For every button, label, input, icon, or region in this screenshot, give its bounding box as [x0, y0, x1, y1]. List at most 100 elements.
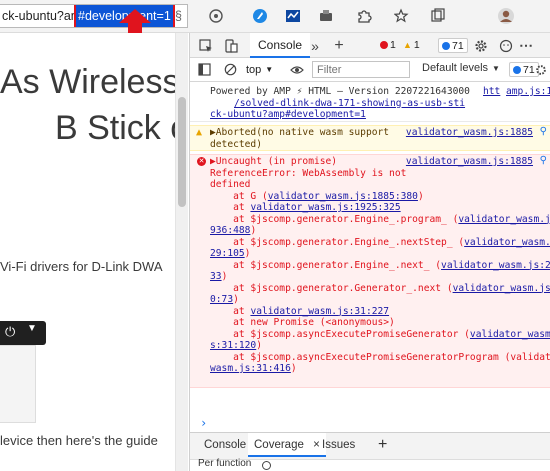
power-icon: ⏻: [5, 324, 16, 339]
stack-trace-line: at new Promise (<anonymous>): [210, 317, 395, 328]
source-link[interactable]: amp.js:147: [506, 86, 550, 98]
source-link[interactable]: wasm.js:31:416: [210, 363, 291, 374]
drawer-tab-issues[interactable]: Issues: [316, 433, 361, 457]
puzzle-icon[interactable]: [354, 6, 374, 26]
favorites-star-icon[interactable]: [392, 6, 412, 26]
profile-avatar[interactable]: [496, 6, 516, 26]
page-url-link[interactable]: /solved-dlink-dwa-171-showing-as-usb-sti: [234, 98, 465, 110]
message-icon: [442, 42, 450, 50]
stack-trace-line: at $jscomp.generator.Engine_.nextStep_ (…: [210, 237, 550, 249]
stack-trace-line: at $jscomp.asyncExecutePromiseGenerator …: [210, 329, 550, 341]
page-scrollbar[interactable]: [175, 33, 188, 471]
drawer-tab-coverage[interactable]: Coverage ×: [248, 433, 326, 457]
record-icon[interactable]: [262, 461, 271, 470]
stack-trace-line: at G (validator_wasm.js:1885:380): [210, 190, 424, 202]
error-icon: [380, 41, 388, 49]
warning-icon: ▲: [403, 40, 412, 50]
messages-count-badge[interactable]: 71: [438, 38, 468, 53]
source-link[interactable]: 33: [210, 271, 222, 282]
drawer-tab-console[interactable]: Console: [198, 433, 252, 457]
console-output[interactable]: Powered by AMP ⚡ HTML – Version 22072216…: [190, 83, 550, 430]
console-error-message: ✕ ▶Uncaught (in promise) validator_wasm.…: [190, 154, 550, 388]
source-link[interactable]: validator_wasm.js:1885: [406, 156, 533, 168]
source-link[interactable]: htt: [483, 86, 500, 98]
stack-trace-line: at $jscomp.generator.Engine_.next_ (vali…: [210, 260, 550, 272]
web-page: As Wireless B Stick on Vi-Fi drivers for…: [0, 33, 188, 471]
add-tab-button[interactable]: +: [332, 36, 346, 55]
article-title-line: B Stick on: [55, 109, 188, 147]
source-link[interactable]: validator_wasm.js:25:3: [441, 260, 550, 271]
source-link[interactable]: 936:488: [210, 225, 250, 236]
source-link[interactable]: 0:73: [210, 294, 233, 305]
console-warning-message: ▲ ▶Aborted(no native wasm support detect…: [190, 125, 550, 151]
stack-trace-line: 0:73): [210, 294, 239, 305]
browser-toolbar: ck-ubuntu?am #development=1 §: [0, 0, 550, 33]
more-options-icon[interactable]: ⋯: [519, 36, 533, 55]
source-link[interactable]: 29:105: [210, 248, 245, 259]
source-link[interactable]: validator_wasm.js:1925:325: [250, 202, 400, 213]
live-expression-eye-icon[interactable]: [289, 60, 305, 79]
feedback-icon[interactable]: [498, 36, 514, 55]
clear-console-icon[interactable]: [222, 60, 238, 79]
address-bar[interactable]: ck-ubuntu?am #development=1 §: [0, 4, 188, 28]
stack-trace-line: at validator_wasm.js:1925:325: [210, 202, 401, 213]
source-link[interactable]: validator_wasm.js:1: [464, 237, 550, 248]
search-icon[interactable]: ⚲: [540, 126, 547, 138]
filter-input[interactable]: [312, 61, 410, 78]
source-link[interactable]: validator_wasm.js:1: [458, 214, 550, 225]
source-link[interactable]: validator_wasm.js:1885: [406, 127, 533, 139]
stack-trace-line: 29:105): [210, 248, 251, 259]
page-url-link[interactable]: ck-ubuntu?amp#development=1: [210, 109, 366, 121]
source-link[interactable]: s:31:120: [210, 340, 256, 351]
console-info-message: Powered by AMP ⚡ HTML – Version 22072216…: [190, 85, 550, 122]
source-link[interactable]: validator_wasm.js:31:227: [250, 306, 389, 317]
source-link[interactable]: validator_wasm.js:3: [453, 283, 550, 294]
stack-trace-line: wasm.js:31:416): [210, 363, 297, 374]
warning-icon: ▲: [196, 127, 203, 138]
devtools-panel: Console » + 1 ▲ 1 71 ⋯ top ▼ Filter Defa…: [189, 33, 550, 471]
warning-count-badge[interactable]: ▲ 1: [400, 38, 423, 53]
stack-trace-line: defined: [210, 179, 251, 190]
stack-trace-line: s:31:120): [210, 340, 262, 351]
context-select[interactable]: top ▼: [246, 60, 286, 79]
console-filter-bar: top▼ Default levels▼ 71: [190, 58, 550, 82]
coverage-toolbar: Per function: [190, 458, 550, 471]
chevron-down-icon: ▼: [27, 323, 37, 334]
log-levels-select[interactable]: Default levels ▼: [422, 62, 500, 74]
source-link[interactable]: validator_wasm.js:1885:380: [268, 191, 418, 202]
arrow-up-icon: [119, 9, 151, 33]
sidebar-toggle-icon[interactable]: [196, 60, 212, 79]
extension-icon[interactable]: [316, 6, 336, 26]
console-settings-gear-icon[interactable]: [535, 60, 547, 79]
extension-icon[interactable]: [250, 6, 270, 26]
url-overflow: §: [175, 9, 182, 23]
collections-icon[interactable]: [428, 6, 448, 26]
url-text: ck-ubuntu?am: [2, 9, 82, 23]
source-link[interactable]: validator_wasm.j: [470, 329, 550, 340]
article-paragraph: levice then here's the guide: [0, 433, 158, 448]
more-tabs-button[interactable]: »: [308, 36, 322, 55]
power-menu-widget[interactable]: ⏻ ▼: [0, 321, 46, 345]
extension-icon[interactable]: [283, 6, 303, 26]
drawer-add-tab-button[interactable]: +: [372, 433, 393, 457]
settings-gear-icon[interactable]: [473, 36, 489, 55]
stack-trace-line: at $jscomp.generator.Generator_.next (va…: [210, 283, 550, 295]
search-icon[interactable]: ⚲: [540, 155, 547, 167]
translate-icon[interactable]: [206, 6, 226, 26]
chevron-down-icon: ▼: [492, 64, 500, 73]
device-toolbar-icon[interactable]: [222, 36, 240, 55]
chevron-down-icon: ▼: [265, 65, 274, 74]
console-prompt[interactable]: ›: [200, 417, 207, 430]
tab-console[interactable]: Console: [250, 33, 311, 58]
devtools-drawer: Console Coverage × Issues + Per function: [190, 432, 550, 471]
devtools-tabbar: Console » + 1 ▲ 1 71 ⋯: [190, 33, 550, 58]
article-paragraph: Vi-Fi drivers for D-Link DWA: [0, 259, 163, 274]
scrollbar-thumb[interactable]: [178, 97, 186, 207]
stack-trace-line: at $jscomp.generator.Engine_.program_ (v…: [210, 214, 550, 226]
inspect-element-icon[interactable]: [197, 36, 215, 55]
error-icon: ✕: [197, 157, 206, 166]
error-count-badge[interactable]: 1: [377, 38, 399, 53]
message-icon: [513, 66, 521, 74]
coverage-type-select[interactable]: Per function: [198, 458, 251, 469]
stack-trace-line: 33): [210, 271, 228, 282]
